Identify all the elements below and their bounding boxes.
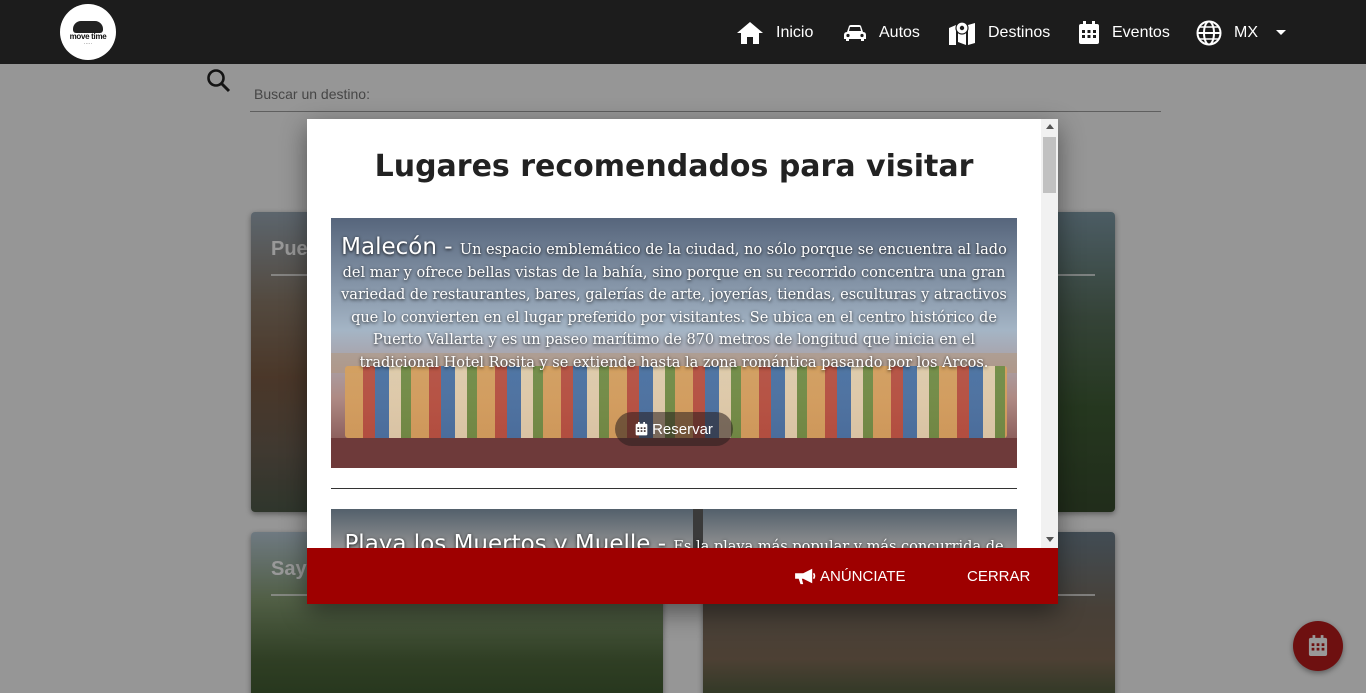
place-text: Malecón - Un espacio emblemático de la c… — [341, 236, 1007, 374]
nav-autos[interactable]: Autos — [843, 18, 920, 48]
nav-eventos[interactable]: Eventos — [1078, 18, 1170, 48]
nav-autos-label: Autos — [879, 24, 920, 41]
nav-inicio-label: Inicio — [776, 24, 814, 41]
reserve-button-label: Reservar — [652, 420, 713, 438]
advertise-button-label: ANÚNCIATE — [820, 567, 906, 585]
nav-eventos-label: Eventos — [1112, 24, 1170, 41]
modal-scrollbar[interactable] — [1041, 119, 1058, 548]
modal-body: Lugares recomendados para visitar Malecó… — [307, 119, 1041, 548]
chevron-down-icon[interactable] — [1276, 30, 1286, 35]
place-card-malecon: Malecón - Un espacio emblemático de la c… — [331, 218, 1017, 468]
place-description: Un espacio emblemático de la ciudad, no … — [341, 242, 1007, 371]
brand-logo[interactable]: move time ····· — [60, 4, 116, 60]
nav-inicio[interactable]: Inicio — [736, 18, 813, 48]
nav-destinos-label: Destinos — [988, 24, 1051, 41]
modal-footer: ANÚNCIATE CERRAR — [307, 548, 1058, 604]
modal-title: Lugares recomendados para visitar — [374, 149, 974, 184]
logo-tagline-mark: ····· — [83, 41, 93, 47]
close-button[interactable]: CERRAR — [967, 548, 1030, 604]
globe-icon — [1196, 20, 1222, 46]
place-name: Playa los Muertos y Muelle - — [344, 531, 674, 549]
country-code-label: MX — [1234, 24, 1258, 41]
recommended-places-modal: Lugares recomendados para visitar Malecó… — [307, 119, 1058, 604]
home-icon — [737, 22, 763, 44]
megaphone-icon — [795, 568, 816, 585]
nav-country-selector[interactable]: MX — [1196, 18, 1258, 48]
place-name: Malecón - — [341, 234, 460, 260]
scroll-down-arrow-icon[interactable] — [1046, 537, 1054, 542]
place-description: Es la playa más popular y más concurrida… — [673, 539, 1004, 548]
car-icon — [844, 25, 866, 41]
calendar-icon — [1079, 21, 1099, 44]
top-navbar: move time ····· Inicio Autos Destinos Ev… — [0, 0, 1366, 64]
map-pin-icon — [949, 21, 975, 45]
nav-destinos[interactable]: Destinos — [948, 18, 1050, 48]
calendar-icon — [635, 422, 648, 436]
close-button-label: CERRAR — [967, 567, 1031, 585]
place-divider — [331, 488, 1017, 489]
advertise-button[interactable]: ANÚNCIATE — [794, 548, 906, 604]
reserve-button[interactable]: Reservar — [615, 412, 733, 446]
logo-text: move time — [69, 32, 107, 41]
place-text: Playa los Muertos y Muelle - Es la playa… — [341, 531, 1007, 549]
scroll-up-arrow-icon[interactable] — [1046, 124, 1054, 129]
place-card-playa-los-muertos: Playa los Muertos y Muelle - Es la playa… — [331, 509, 1017, 548]
scrollbar-thumb[interactable] — [1043, 137, 1056, 193]
